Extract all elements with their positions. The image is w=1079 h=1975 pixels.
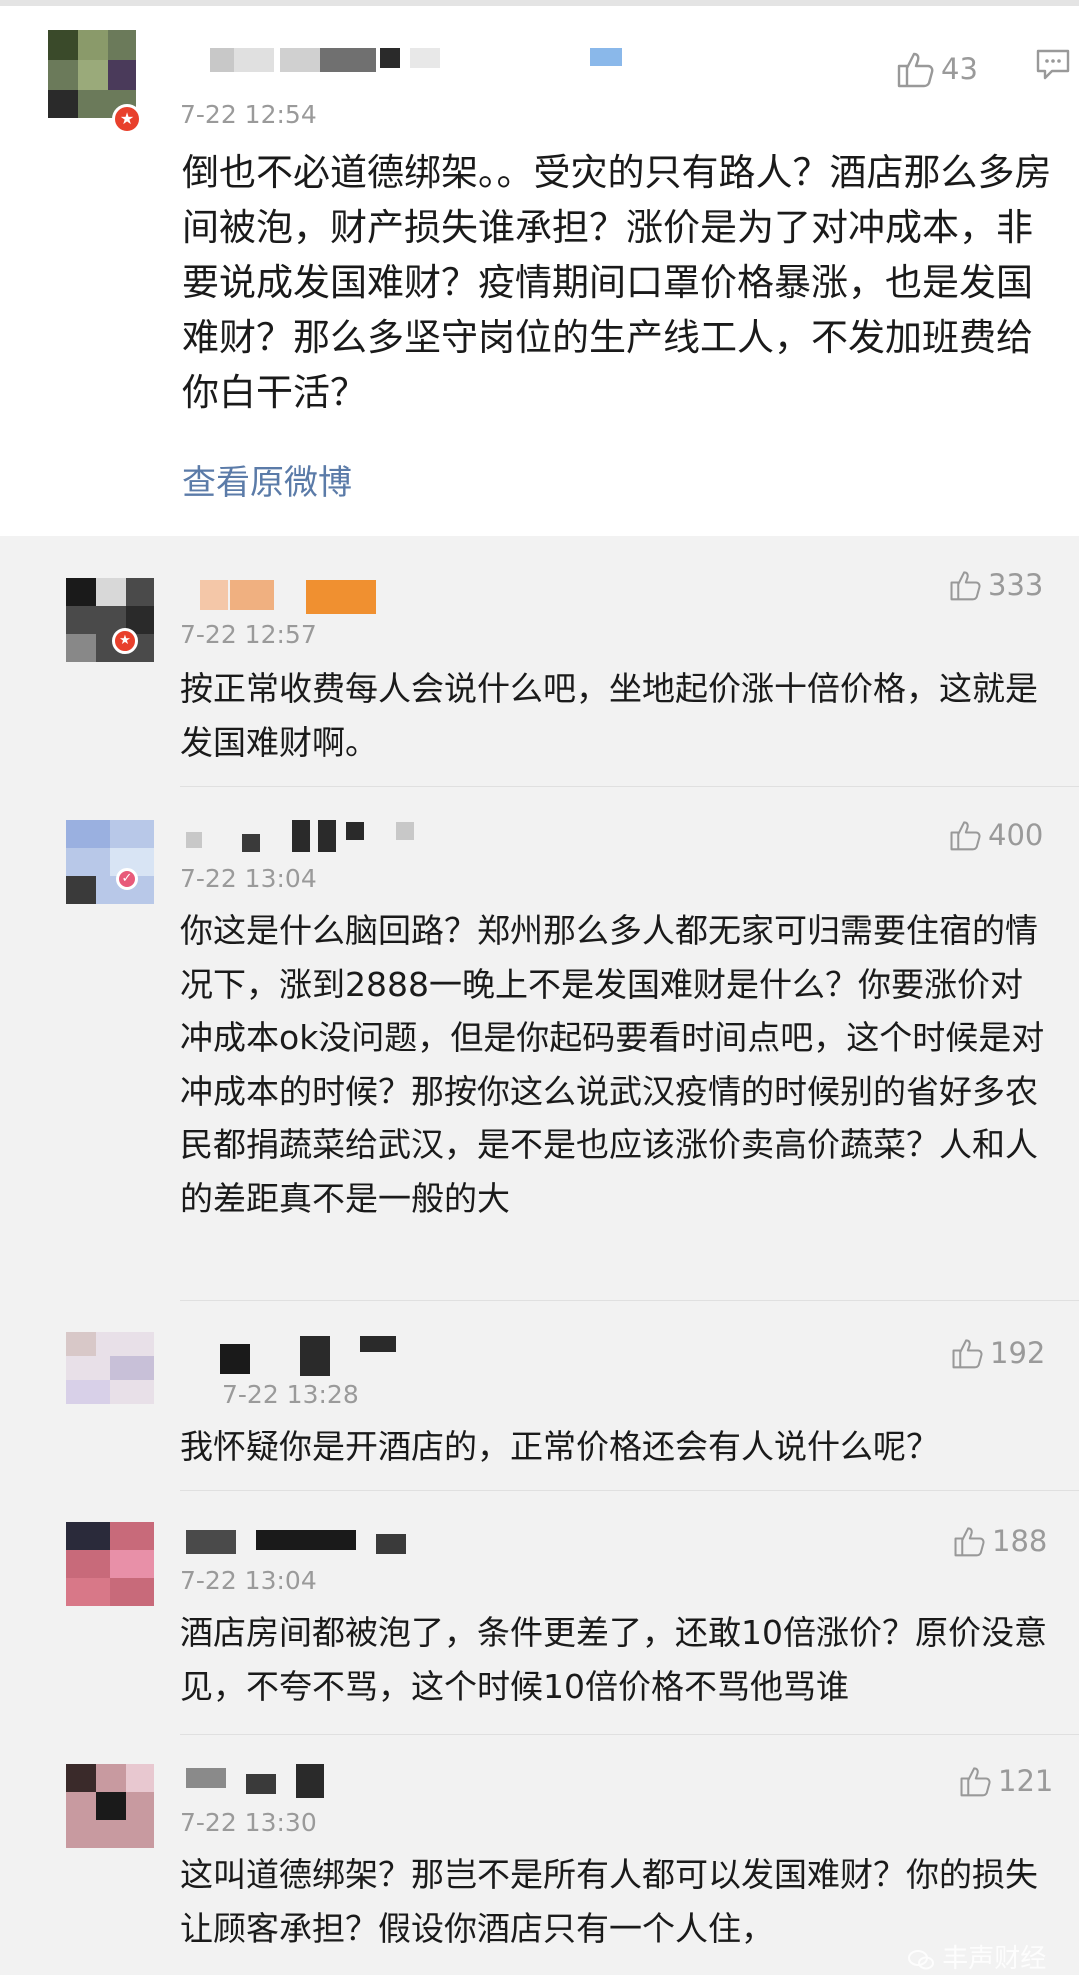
divider [180, 1734, 1079, 1735]
reply-time: 7-22 13:30 [180, 1808, 317, 1837]
thumbs-up-icon [954, 1527, 985, 1557]
thumbs-up-icon [960, 1767, 991, 1797]
reply-body: 按正常收费每人会说什么吧，坐地起价涨十倍价格，这就是发国难财啊。 [180, 669, 1038, 762]
verified-badge-icon: ★ [112, 628, 138, 654]
reply-time: 7-22 12:57 [180, 620, 317, 649]
thumbs-up-icon [897, 52, 934, 88]
divider [180, 786, 1079, 787]
reply-time: 7-22 13:04 [180, 864, 317, 893]
like-button[interactable]: 333 [948, 566, 1043, 602]
like-count: 192 [990, 1336, 1046, 1370]
watermark-text: 丰声财经 [942, 1944, 1047, 1974]
wechat-icon [908, 1949, 934, 1969]
divider [180, 1490, 1079, 1491]
username-redacted[interactable] [180, 48, 622, 74]
thumbs-up-icon [950, 571, 981, 601]
username-redacted[interactable] [200, 580, 380, 614]
avatar[interactable] [66, 1522, 154, 1606]
comment-button[interactable] [1035, 48, 1071, 86]
post-body: 倒也不必道德绑架。。受灾的只有路人？酒店那么多房间被泡，财产损失谁承担？涨价是为… [182, 151, 1052, 414]
comment-icon [1036, 49, 1070, 80]
avatar[interactable] [66, 1332, 154, 1404]
avatar[interactable] [66, 1764, 154, 1848]
username-redacted[interactable] [186, 1526, 426, 1560]
like-count: 188 [992, 1524, 1048, 1558]
reply-time: 7-22 13:04 [180, 1566, 317, 1595]
verified-badge-icon: ★ [112, 104, 142, 134]
view-original-link[interactable]: 查看原微博 [182, 455, 352, 504]
reply-body: 我怀疑你是开酒店的，正常价格还会有人说什么呢？ [180, 1427, 939, 1466]
thumbs-up-icon [952, 1339, 983, 1369]
like-button[interactable]: 43 [895, 50, 978, 88]
divider [180, 1300, 1079, 1301]
like-button[interactable]: 400 [948, 816, 1043, 852]
like-count: 43 [941, 52, 978, 86]
username-redacted[interactable] [220, 1336, 400, 1376]
like-button[interactable]: 192 [950, 1334, 1045, 1370]
watermark: 丰声财经 [908, 1938, 1046, 1975]
thumbs-up-icon [950, 821, 981, 851]
username-redacted[interactable] [186, 1764, 336, 1798]
like-count: 333 [988, 568, 1044, 602]
vip-badge-icon: ✓ [116, 868, 138, 890]
like-count: 400 [988, 818, 1044, 852]
avatar[interactable] [66, 578, 154, 662]
like-count: 121 [998, 1764, 1054, 1798]
reply-time: 7-22 13:28 [222, 1380, 359, 1409]
avatar[interactable] [66, 820, 154, 904]
username-redacted[interactable] [186, 820, 426, 854]
like-button[interactable]: 121 [958, 1762, 1053, 1798]
reply-body: 酒店房间都被泡了，条件更差了，还敢10倍涨价？原价没意见，不夸不骂，这个时候10… [180, 1613, 1047, 1706]
reply-body: 你这是什么脑回路？郑州那么多人都无家可归需要住宿的情况下，涨到2888一晚上不是… [180, 911, 1045, 1218]
post-time: 7-22 12:54 [180, 100, 317, 129]
like-button[interactable]: 188 [952, 1522, 1047, 1558]
